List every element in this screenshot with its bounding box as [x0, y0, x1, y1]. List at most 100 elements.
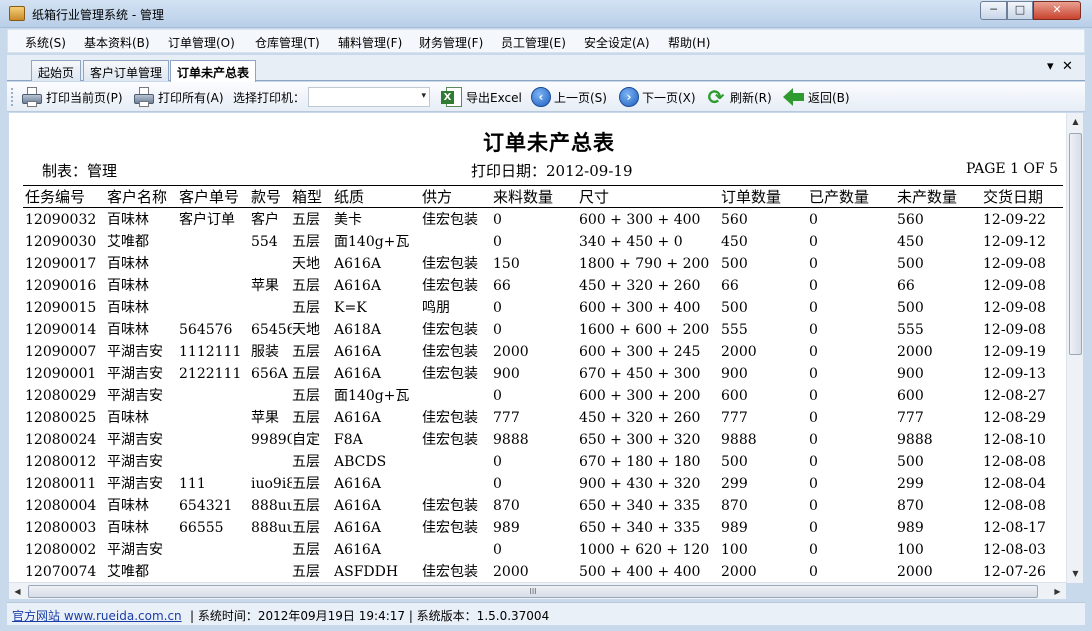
back-button[interactable]: 返回(B)	[783, 85, 850, 109]
printer-select[interactable]: ▾	[308, 87, 431, 107]
cell-size: 500 + 400 + 400	[579, 564, 701, 580]
table-row[interactable]: 12080012 平湖吉安 五层 ABCDS 0 670 + 180 + 180 500 0 5…	[9, 451, 1066, 473]
tab-unproduced-orders[interactable]: 订单未产总表	[170, 60, 257, 82]
table-row[interactable]: 12090030 艾唯都 554 五层 面140g+瓦 0 340 + 450 + 0 450…	[9, 231, 1066, 253]
cell-customer-name: 艾唯都	[107, 564, 149, 580]
table-row[interactable]: 12090032 百味林 客户订单 客户 五层 美卡 佳宏包装 0 600 + 300 + 40…	[9, 209, 1066, 231]
cell-customer-order-no: 2122111	[179, 366, 242, 382]
cell-task-no: 12080024	[25, 432, 97, 448]
cell-delivery-date: 12-09-13	[983, 366, 1046, 382]
cell-produced-qty: 0	[809, 300, 818, 316]
previous-page-button[interactable]: ‹ 上一页(S)	[531, 85, 607, 109]
cell-style-no: 苹果	[251, 410, 279, 426]
table-row[interactable]: 12080025 百味林 苹果 五层 A616A 佳宏包装 777 450 + 320 + 2…	[9, 407, 1066, 429]
table-row[interactable]: 12090017 百味林 天地 A616A 佳宏包装 150 1800 + 790 + 20…	[9, 253, 1066, 275]
tab-customer-orders[interactable]: 客户订单管理	[83, 60, 170, 81]
cell-box-type: 五层	[292, 344, 320, 360]
menu-security-settings[interactable]: 安全设定(A)	[584, 34, 650, 51]
cell-size: 900 + 430 + 320	[579, 476, 701, 492]
column-header-task-no: 任务编号	[25, 188, 86, 206]
cell-size: 1000 + 620 + 120	[579, 542, 710, 558]
minimize-button[interactable]: ─	[980, 1, 1007, 20]
table-row[interactable]: 12080011 平湖吉安 111 iuo9i8 五层 A616A 0 900 + 430 +…	[9, 473, 1066, 495]
next-page-button[interactable]: › 下一页(X)	[619, 85, 696, 109]
menu-basic-data[interactable]: 基本资料(B)	[84, 34, 150, 51]
column-header-box-type: 箱型	[292, 188, 323, 206]
menu-staff-management[interactable]: 员工管理(E)	[501, 34, 566, 51]
cell-supplier: 佳宏包装	[422, 278, 478, 294]
horizontal-scroll-thumb[interactable]: III	[28, 585, 1038, 598]
cell-unproduced-qty: 600	[897, 388, 924, 404]
cell-delivery-date: 12-08-27	[983, 388, 1046, 404]
close-tab-icon[interactable]: ✕	[1062, 59, 1073, 74]
menu-help[interactable]: 帮助(H)	[668, 34, 710, 51]
cell-delivery-date: 12-08-08	[983, 498, 1046, 514]
table-row[interactable]: 12070074 艾唯都 五层 ASFDDH 佳宏包装 2000 500 + 400 + 4…	[9, 561, 1066, 582]
menu-accessory-management[interactable]: 辅料管理(F)	[338, 34, 402, 51]
table-row[interactable]: 12080003 百味林 66555 888uu 五层 A616A 佳宏包装 989 650 +…	[9, 517, 1066, 539]
cell-order-qty: 299	[721, 476, 748, 492]
cell-paper-quality: A616A	[334, 410, 381, 426]
toolbar-grip	[11, 88, 14, 106]
table-row[interactable]: 12080029 平湖吉安 五层 面140g+瓦 0 600 + 300 + 200 600…	[9, 385, 1066, 407]
scroll-left-icon[interactable]: ◀	[9, 583, 26, 600]
cell-order-qty: 100	[721, 542, 748, 558]
cell-incoming-qty: 9888	[493, 432, 529, 448]
table-row[interactable]: 12090007 平湖吉安 1112111 服装 五层 A616A 佳宏包装 2000 600 …	[9, 341, 1066, 363]
cell-customer-name: 平湖吉安	[107, 388, 163, 404]
cell-task-no: 12090015	[25, 300, 97, 316]
menu-finance-management[interactable]: 财务管理(F)	[419, 34, 483, 51]
cell-style-no: 554	[251, 234, 278, 250]
export-excel-button[interactable]: X 导出Excel	[441, 85, 522, 109]
print-all-label: 打印所有(A)	[158, 90, 224, 105]
cell-unproduced-qty: 2000	[897, 344, 933, 360]
report-print-date: 打印日期：2012-09-19	[471, 162, 633, 180]
scroll-right-icon[interactable]: ▶	[1049, 583, 1066, 600]
chevron-down-icon[interactable]: ▾	[421, 91, 426, 101]
cell-paper-quality: 面140g+瓦	[334, 388, 410, 404]
cell-task-no: 12080002	[25, 542, 97, 558]
cell-customer-name: 平湖吉安	[107, 344, 163, 360]
table-row[interactable]: 12080002 平湖吉安 五层 A616A 0 1000 + 620 + 120 100 0…	[9, 539, 1066, 561]
vertical-scroll-thumb[interactable]	[1069, 133, 1082, 355]
close-window-button[interactable]: ✕	[1033, 1, 1081, 20]
table-row[interactable]: 12090015 百味林 五层 K=K 鸣朋 0 600 + 300 + 400 500 0 50…	[9, 297, 1066, 319]
table-row[interactable]: 12090001 平湖吉安 2122111 656A 五层 A616A 佳宏包装 900 670…	[9, 363, 1066, 385]
cell-paper-quality: A616A	[334, 498, 381, 514]
tab-list-dropdown-icon[interactable]: ▾	[1047, 59, 1054, 74]
cell-order-qty: 450	[721, 234, 748, 250]
maximize-button[interactable]: □	[1007, 1, 1033, 20]
vertical-scrollbar[interactable]: ▲ ▼	[1066, 113, 1083, 583]
cell-paper-quality: 面140g+瓦	[334, 234, 410, 250]
cell-order-qty: 600	[721, 388, 748, 404]
scroll-up-icon[interactable]: ▲	[1067, 113, 1084, 130]
refresh-button[interactable]: ⟳ 刷新(R)	[705, 85, 772, 109]
cell-supplier: 佳宏包装	[422, 322, 478, 338]
cell-paper-quality: A616A	[334, 366, 381, 382]
tab-start-page[interactable]: 起始页	[31, 60, 82, 81]
cell-incoming-qty: 0	[493, 234, 502, 250]
print-current-page-button[interactable]: 打印当前页(P)	[21, 85, 123, 109]
menu-warehouse-management[interactable]: 仓库管理(T)	[255, 34, 320, 51]
cell-customer-name: 平湖吉安	[107, 454, 163, 470]
table-row[interactable]: 12090016 百味林 苹果 五层 A616A 佳宏包装 66 450 + 320 + 26…	[9, 275, 1066, 297]
column-header-style-no: 款号	[251, 188, 282, 206]
table-row[interactable]: 12080004 百味林 654321 888uu 五层 A616A 佳宏包装 870 650 …	[9, 495, 1066, 517]
menu-system[interactable]: 系统(S)	[25, 34, 66, 51]
table-row[interactable]: 12080024 平湖吉安 99890 自定 F8A 佳宏包装 9888 650 + 300 …	[9, 429, 1066, 451]
print-all-button[interactable]: 打印所有(A)	[133, 85, 224, 109]
menu-order-management[interactable]: 订单管理(O)	[168, 34, 235, 51]
cell-box-type: 五层	[292, 498, 320, 514]
report-view[interactable]: 订单未产总表 制表：管理 打印日期：2012-09-19 PAGE 1 OF 5…	[9, 113, 1066, 582]
cell-style-no: 656A	[251, 366, 288, 382]
scroll-down-icon[interactable]: ▼	[1067, 565, 1084, 582]
cell-task-no: 12080004	[25, 498, 97, 514]
table-row[interactable]: 12090014 百味林 564576 65456 天地 A618A 佳宏包装 0 1600 +…	[9, 319, 1066, 341]
official-website-link[interactable]: 官方网站 www.rueida.com.cn	[12, 607, 182, 624]
horizontal-scrollbar[interactable]: ◀ III ▶	[9, 582, 1066, 599]
cell-unproduced-qty: 900	[897, 366, 924, 382]
cell-delivery-date: 12-09-08	[983, 256, 1046, 272]
cell-paper-quality: ASFDDH	[334, 564, 399, 580]
cell-size: 600 + 300 + 400	[579, 212, 701, 228]
cell-style-no: 苹果	[251, 278, 279, 294]
